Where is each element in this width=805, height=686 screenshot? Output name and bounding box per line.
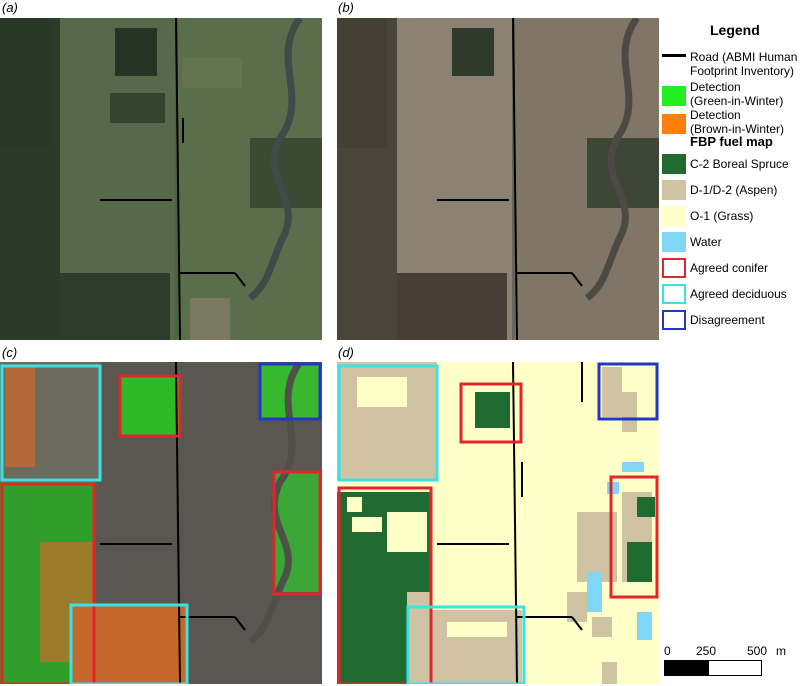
legend-label-green-line1: Detection — [690, 80, 741, 94]
scale-unit: m — [776, 644, 786, 658]
scale-segment-white — [708, 660, 762, 676]
legend-label-brown-line1: Detection — [690, 108, 741, 122]
scale-tick-250: 250 — [696, 644, 717, 658]
legend-label-agreed-deciduous: Agreed deciduous — [690, 287, 787, 301]
panel-label-a: (a) — [2, 0, 18, 15]
water-swatch — [662, 232, 686, 252]
legend-label-aspen: D-1/D-2 (Aspen) — [690, 183, 778, 197]
aspen-swatch — [662, 180, 686, 200]
scale-segment-black — [664, 660, 708, 676]
legend-label-green-line2: (Green-in-Winter) — [690, 94, 784, 108]
satellite-image-summer — [0, 18, 322, 340]
legend-label-water: Water — [690, 235, 722, 249]
scale-tick-500: 500 — [747, 644, 768, 658]
legend-label-road-line1: Road (ABMI Human — [690, 50, 798, 64]
fbp-fuel-map — [337, 362, 659, 684]
scale-tick-0: 0 — [664, 644, 671, 658]
detection-overlay-map — [0, 362, 322, 684]
legend-label-agreed-conifer: Agreed conifer — [690, 261, 769, 275]
panel-label-d: (d) — [338, 345, 354, 360]
orange-swatch — [662, 114, 686, 134]
grass-swatch — [662, 206, 686, 226]
panel-label-b: (b) — [338, 0, 354, 15]
legend-label-grass: O-1 (Grass) — [690, 209, 754, 223]
spruce-swatch — [662, 154, 686, 174]
conifer-outline-swatch — [662, 258, 686, 278]
road-line-swatch — [662, 54, 686, 57]
scale-bar: 0 250 500 m — [664, 644, 804, 682]
legend-label-spruce: C-2 Boreal Spruce — [690, 157, 789, 171]
green-swatch — [662, 86, 686, 106]
legend-label-road-line2: Footprint Inventory) — [690, 64, 795, 78]
satellite-image-winter — [337, 18, 659, 340]
disagreement-outline-swatch — [662, 310, 686, 330]
panel-label-c: (c) — [2, 345, 18, 360]
legend-label-disagreement: Disagreement — [690, 313, 765, 327]
legend-title: Legend — [710, 22, 760, 38]
fbp-fuel-map-title: FBP fuel map — [690, 134, 773, 149]
deciduous-outline-swatch — [662, 284, 686, 304]
